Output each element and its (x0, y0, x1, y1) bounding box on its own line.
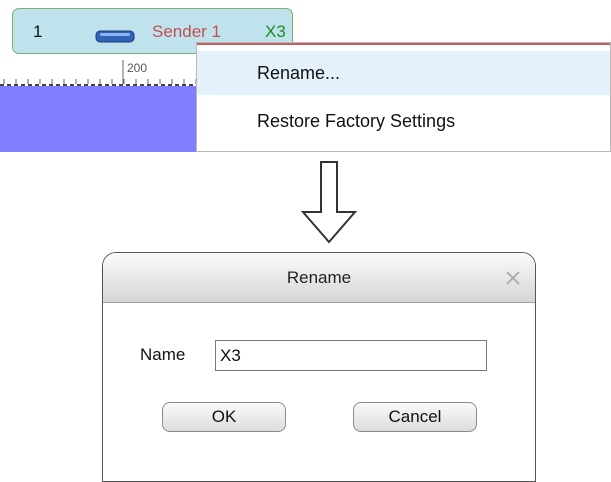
dialog-title: Rename (286, 268, 352, 287)
menu-divider (197, 43, 610, 45)
close-icon[interactable] (505, 270, 521, 286)
sender-connection-label: X3 (265, 22, 286, 41)
rename-dialog: Rename Name OK Cancel (102, 252, 536, 482)
ok-button[interactable]: OK (162, 402, 286, 432)
context-menu: Rename... Restore Factory Settings (196, 42, 611, 152)
ruler-label: 200 (127, 61, 148, 75)
cancel-button[interactable]: Cancel (353, 402, 477, 432)
name-input[interactable] (215, 340, 487, 371)
menu-item-rename[interactable]: Rename... (197, 51, 610, 95)
dialog-titlebar[interactable]: Rename (103, 253, 535, 303)
sender-index: 1 (33, 22, 43, 41)
dialog-body: Name OK Cancel (103, 303, 535, 481)
down-arrow-icon (300, 161, 358, 244)
name-label: Name (140, 345, 186, 364)
sender-device-icon (95, 28, 135, 44)
sender-workspace: 200 1 Sender 1 X3 Rename... Restore Fact… (0, 0, 611, 152)
sender-name: Sender 1 (152, 22, 221, 41)
menu-item-restore-factory-settings[interactable]: Restore Factory Settings (197, 99, 610, 143)
